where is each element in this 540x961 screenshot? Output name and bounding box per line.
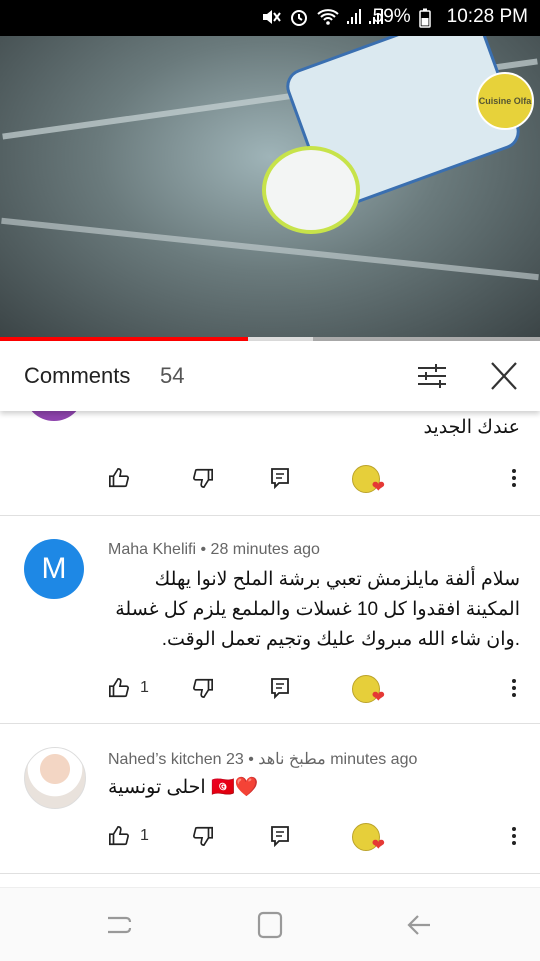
more-options-button[interactable] <box>502 673 526 703</box>
recent-apps-icon <box>108 916 132 934</box>
home-icon <box>257 911 283 939</box>
avatar[interactable] <box>24 411 84 421</box>
comment-item: M Maha Khelifi • 28 minutes ago سلام ألف… <box>0 515 540 724</box>
thumb-down-icon <box>193 826 213 846</box>
status-bar: 59% 10:28 PM <box>0 0 540 36</box>
like-button[interactable]: 1 <box>108 673 149 703</box>
more-vert-icon <box>512 469 516 487</box>
comment-text: سلام ألفة مايلزمش تعبي برشة الملح لانوا … <box>115 569 520 650</box>
system-nav-bar <box>0 887 540 961</box>
alarm-icon <box>289 8 309 26</box>
heart-icon: ❤ <box>371 689 385 706</box>
dislike-button[interactable] <box>192 463 214 493</box>
recent-apps-button[interactable] <box>100 908 140 942</box>
thumb-down-icon <box>193 468 213 488</box>
comments-title: Comments <box>24 363 131 388</box>
avatar[interactable]: M <box>24 539 84 599</box>
comment-author[interactable]: Maha Khelifi • 28 minutes ago <box>108 541 320 559</box>
creator-heart-badge: ❤ <box>352 465 385 496</box>
comment-author[interactable]: Nahed’s kitchen مطبخ ناهد • 23 minutes a… <box>108 749 417 769</box>
comments-header: Comments 54 <box>0 341 540 411</box>
comment-text: عندك الجديد <box>423 417 520 438</box>
battery-icon <box>418 8 439 28</box>
avatar[interactable] <box>24 747 86 809</box>
like-count: 1 <box>140 827 149 844</box>
heart-icon: ❤ <box>371 479 385 496</box>
close-icon <box>491 362 517 390</box>
comments-list[interactable]: عندك الجديد ❤ M Maha Khelifi • 28 minute… <box>0 411 540 887</box>
status-icons: 59% 10:28 PM <box>261 6 528 28</box>
sort-button[interactable] <box>412 359 452 393</box>
video-frame-detail <box>262 146 360 234</box>
more-options-button[interactable] <box>502 821 526 851</box>
thumb-up-icon <box>109 468 129 488</box>
back-button[interactable] <box>400 908 440 942</box>
thumb-up-icon <box>109 826 129 846</box>
like-button[interactable] <box>108 463 130 493</box>
more-options-button[interactable] <box>502 463 526 493</box>
comments-count: 54 <box>160 363 185 388</box>
wifi-icon <box>316 8 339 26</box>
comment-actions: ❤ <box>108 463 528 496</box>
dislike-button[interactable] <box>192 821 214 851</box>
reply-button[interactable] <box>270 463 290 493</box>
thumb-down-icon <box>193 678 213 698</box>
signal-icon <box>345 8 383 26</box>
like-count: 1 <box>140 679 149 696</box>
home-button[interactable] <box>250 908 290 942</box>
reply-icon <box>271 678 289 699</box>
reply-icon <box>271 468 289 489</box>
creator-heart-badge: ❤ <box>352 675 385 706</box>
close-button[interactable] <box>484 359 524 393</box>
heart-icon: ❤ <box>371 837 385 854</box>
reply-button[interactable] <box>270 821 290 851</box>
clock-time: 10:28 PM <box>446 6 528 27</box>
back-arrow-icon <box>407 915 430 935</box>
reply-icon <box>271 826 289 847</box>
comment-actions: 1 ❤ <box>108 673 528 706</box>
thumb-up-icon <box>109 678 129 698</box>
creator-heart-badge: ❤ <box>352 823 385 854</box>
like-button[interactable]: 1 <box>108 821 149 851</box>
comment-text: احلى تونسية 🇹🇳❤️ <box>108 777 259 798</box>
mute-icon <box>261 8 281 26</box>
sort-icon <box>418 364 446 388</box>
video-frame-detail <box>1 217 539 281</box>
channel-logo-watermark: Cuisine Olfa <box>476 72 534 130</box>
reply-button[interactable] <box>270 673 290 703</box>
dislike-button[interactable] <box>192 673 214 703</box>
comment-actions: 1 ❤ <box>108 821 528 854</box>
video-player[interactable]: Cuisine Olfa <box>0 36 540 338</box>
comment-item: Nahed’s kitchen مطبخ ناهد • 23 minutes a… <box>0 723 540 874</box>
comment-item: عندك الجديد ❤ <box>0 411 540 516</box>
more-vert-icon <box>512 827 516 845</box>
more-vert-icon <box>512 679 516 697</box>
battery-percent: 59% <box>372 6 411 27</box>
